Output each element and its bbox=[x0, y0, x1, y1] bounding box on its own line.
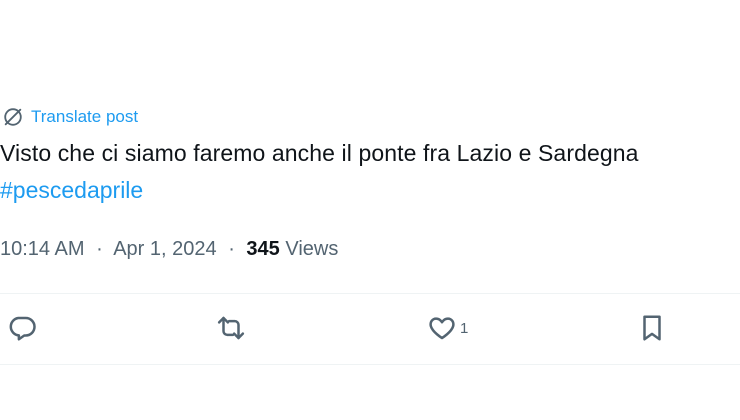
repost-icon bbox=[217, 316, 245, 340]
bookmark-button[interactable] bbox=[637, 313, 667, 343]
views-count: 345 bbox=[246, 238, 280, 260]
like-count: 1 bbox=[460, 319, 469, 337]
repost-button[interactable] bbox=[216, 313, 246, 343]
reply-button[interactable] bbox=[7, 313, 37, 343]
tweet-time[interactable]: 10:14 AM bbox=[0, 238, 85, 260]
hashtag-link[interactable]: #pescedaprile bbox=[0, 177, 143, 204]
tweet-meta: 10:14 AM · Apr 1, 2024 · 345 Views bbox=[0, 238, 338, 261]
meta-separator: · bbox=[96, 238, 103, 260]
divider-bottom bbox=[0, 364, 740, 365]
divider-top bbox=[0, 293, 740, 294]
meta-separator: · bbox=[228, 238, 235, 260]
bookmark-icon bbox=[643, 315, 661, 341]
tweet-text: Visto che ci siamo faremo anche il ponte… bbox=[0, 140, 639, 166]
translate-post-label: Translate post bbox=[31, 107, 139, 126]
translate-post-button[interactable]: Translate post bbox=[2, 104, 138, 130]
tweet-detail: Translate post Visto che ci siamo faremo… bbox=[0, 0, 740, 420]
tweet-date[interactable]: Apr 1, 2024 bbox=[113, 238, 216, 260]
views-label: Views bbox=[285, 238, 339, 260]
globe-slash-icon bbox=[4, 108, 22, 126]
action-bar: 1 bbox=[0, 295, 740, 363]
reply-icon bbox=[9, 316, 36, 341]
heart-icon bbox=[429, 317, 455, 340]
like-button[interactable]: 1 bbox=[427, 313, 468, 343]
